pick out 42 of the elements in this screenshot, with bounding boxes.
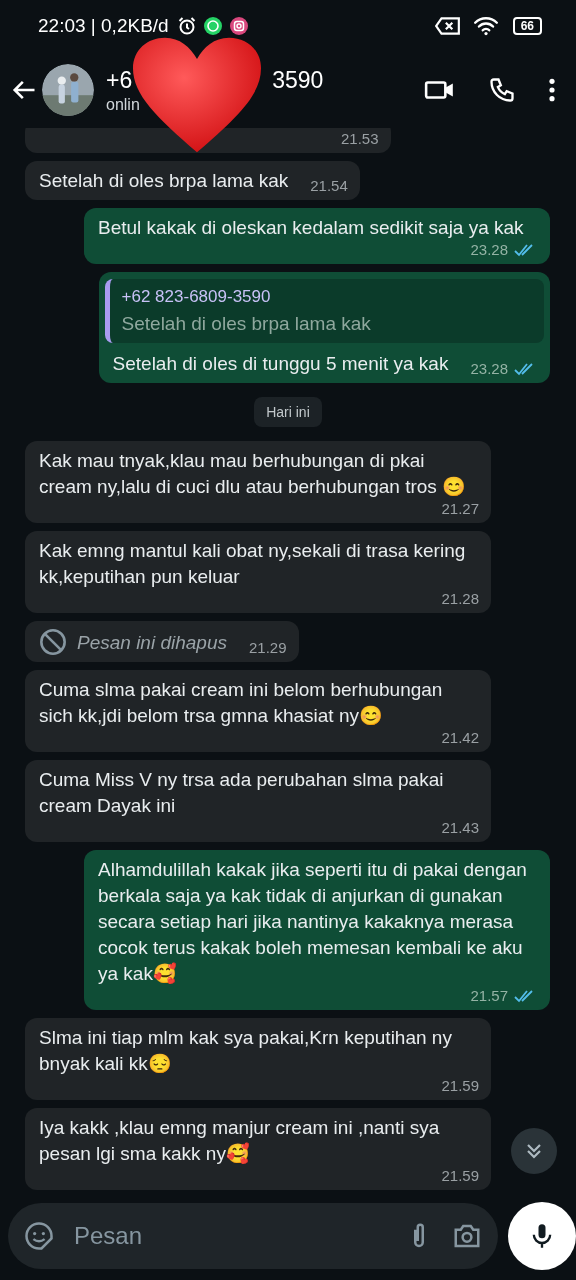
message-text: Setelah di oles di tunggu 5 menit ya kak [112,352,449,376]
online-status: onlin [106,95,140,114]
message-time: 23.28 [470,360,508,377]
message-time: 21.59 [441,1077,479,1094]
message-text: Iya kakk ,klau emng manjur cream ini ,nanti sya pesan lgi sma kakk ny🥰 [39,1116,441,1166]
message-text: Cuma Miss V ny trsa ada perubahan slma pakai cream Dayak ini [39,768,445,818]
message-time: 21.54 [310,177,348,194]
alarm-clock-icon [176,16,197,36]
wifi-icon [472,16,499,36]
camera-app-icon [228,16,249,36]
message-text: Setelah di oles brpa lama kak [39,169,289,193]
message-time: 23.28 [470,241,508,258]
prohibited-icon [39,628,67,656]
menu-icon[interactable] [548,77,556,103]
message-time: 21.29 [249,639,287,656]
no-sim-icon [434,16,461,36]
date-divider: Hari ini [254,397,322,427]
message-time: 21.57 [470,987,508,1004]
message-text: Cuma slma pakai cream ini belom berhubungan sich kk,jdi belom trsa gmna khasiat ny😊 [39,678,444,728]
message-text: Slma ini tiap mlm kak sya pakai,Krn keputihan ny bnyak kali kk😔 [39,1026,453,1076]
contact-name[interactable]: +6 [106,66,133,94]
message-text: Kak mau tnyak,klau mau berhubungan di pkai cream ny,lalu di cuci dlu atau berhubungan tros 😊 [39,449,468,499]
message-time: 21.59 [441,1167,479,1184]
message-field[interactable]: Pesan [72,1221,386,1251]
battery-level: 66 [512,17,542,35]
message-text: Kak emng mantul kali obat ny,sekali di trasa kering kk,keputihan pun keluar [39,539,467,589]
message-time: 21.42 [441,729,479,746]
message-input[interactable]: Pesan [8,1203,498,1269]
message-time: 21.53 [341,130,379,147]
message-time: 21.27 [441,500,479,517]
scroll-down-button[interactable] [511,1128,557,1174]
message-text: Pesan ini dihapus [77,631,227,655]
quote-author: +62 823-6809-3590 [121,287,272,307]
status-time: 22:03 | 0,2KB/d [38,15,169,37]
sticker-icon[interactable] [24,1221,54,1251]
message-text: Alhamdulillah kakak jika seperti itu di pakai dengan berkala saja ya kak tidak di anjurkan di gunakan secara setiap hari jika nantinya kakaknya merasa cocok terus kakak boleh memesan kembali ke aku ya kak🥰 [98,858,528,986]
message-time: 21.28 [441,590,479,607]
contact-name[interactable]: 3590 [272,66,324,94]
message-time: 21.43 [441,819,479,836]
message-text: Betul kakak di oleskan kedalam sedikit saja ya kak [98,216,524,240]
chat-app-icon [202,16,223,36]
quote-text: Setelah di oles brpa lama kak [121,313,372,335]
